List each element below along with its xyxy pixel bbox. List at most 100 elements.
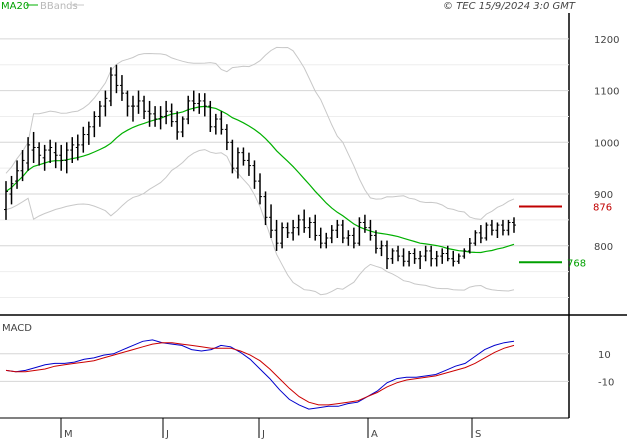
- price-bar: [291, 219, 296, 241]
- price-bar: [103, 90, 108, 117]
- price-bar: [142, 95, 147, 120]
- price-bar: [37, 142, 42, 166]
- x-tick-label: S: [475, 429, 481, 440]
- price-bar: [423, 245, 428, 262]
- price-bar: [429, 245, 434, 267]
- price-bar: [462, 248, 467, 259]
- x-tick-label: M: [64, 429, 73, 440]
- price-bar: [500, 219, 505, 236]
- price-bar: [147, 100, 152, 127]
- price-bar: [379, 240, 384, 257]
- price-bars: [4, 64, 516, 270]
- price-bar: [440, 248, 445, 264]
- macd-lines: [5, 339, 515, 410]
- price-bar: [213, 113, 218, 135]
- price-bar: [136, 90, 141, 114]
- price-bar: [131, 95, 135, 122]
- price-bar: [318, 227, 323, 249]
- price-gridlines: [0, 38, 569, 298]
- price-bar: [401, 248, 406, 267]
- price-bar: [495, 222, 500, 238]
- price-bar: [373, 230, 378, 254]
- price-bar: [48, 139, 53, 163]
- macd-title: MACD: [2, 323, 32, 334]
- price-bar: [246, 152, 251, 176]
- resistance-label: 876: [593, 202, 612, 213]
- price-y-tick-label: 1200: [594, 35, 619, 46]
- price-bar: [329, 225, 334, 244]
- x-axis-strip: [0, 419, 569, 440]
- macd-y-tick-label: -10: [598, 377, 614, 388]
- bbands-legend-label: BBands: [40, 1, 78, 12]
- price-bar: [9, 175, 14, 205]
- price-levels: 876 768: [519, 202, 612, 269]
- price-bar: [489, 219, 494, 236]
- macd-gridlines: [0, 353, 569, 382]
- price-bar: [97, 100, 102, 127]
- price-bar: [114, 64, 119, 94]
- price-bar: [175, 111, 180, 140]
- x-tick-label: A: [371, 429, 378, 440]
- price-bar: [385, 240, 389, 270]
- price-y-tick-label: 1000: [594, 138, 619, 149]
- macd-y-axis: 10 -10: [598, 350, 614, 389]
- x-tick-label: J: [165, 429, 169, 440]
- price-bar: [119, 75, 124, 101]
- price-bar: [285, 222, 290, 238]
- price-bar: [302, 209, 307, 233]
- price-bar: [59, 144, 64, 171]
- price-bar: [20, 150, 25, 182]
- price-bar: [252, 160, 257, 189]
- bollinger-bands: [5, 46, 515, 296]
- macd-line: [5, 339, 515, 410]
- price-bar: [313, 214, 318, 241]
- price-bar: [125, 90, 130, 117]
- price-bar: [53, 142, 58, 169]
- price-bar: [335, 219, 340, 238]
- price-bar: [42, 144, 47, 171]
- support-label: 768: [567, 258, 586, 269]
- x-tick-label: J: [261, 429, 265, 440]
- price-bar: [357, 217, 362, 246]
- price-bar: [351, 227, 356, 249]
- price-bar: [241, 147, 246, 166]
- copyright-text: © TEC 15/9/2024 3:0 GMT: [443, 1, 576, 12]
- price-y-tick-label: 900: [594, 190, 613, 201]
- price-bar: [451, 250, 456, 267]
- price-bar: [307, 217, 312, 238]
- price-bar: [202, 93, 207, 117]
- price-bar: [235, 147, 240, 179]
- price-y-tick-label: 1100: [594, 87, 619, 98]
- price-bar: [224, 124, 229, 151]
- price-bar: [75, 134, 80, 161]
- macd-y-tick-label: 10: [598, 350, 611, 361]
- price-bar: [473, 230, 478, 246]
- price-bar: [258, 173, 262, 205]
- price-bar: [197, 93, 202, 114]
- price-y-tick-label: 800: [594, 242, 613, 253]
- price-bar: [456, 253, 461, 264]
- price-bar: [346, 230, 351, 246]
- price-bar: [15, 160, 20, 189]
- price-bar: [164, 100, 169, 125]
- chart-canvas: MA20 BBands © TEC 15/9/2024 3:0 GMT 1200…: [0, 0, 627, 440]
- price-bar: [340, 219, 345, 244]
- price-y-axis: 1200 1100 1000 900 800: [594, 35, 619, 253]
- chart-svg: MA20 BBands © TEC 15/9/2024 3:0 GMT 1200…: [0, 1, 627, 440]
- price-bar: [407, 250, 412, 267]
- price-bar: [506, 219, 511, 236]
- price-bar: [484, 222, 489, 241]
- price-bar: [390, 248, 395, 264]
- price-bar: [92, 111, 97, 138]
- price-bar: [280, 222, 285, 249]
- price-bar: [478, 225, 483, 244]
- price-bar: [180, 116, 185, 138]
- price-bar: [296, 214, 301, 236]
- price-bar: [396, 245, 401, 262]
- price-bar: [81, 126, 86, 153]
- ma-legend-label: MA20: [1, 1, 29, 12]
- price-bar: [274, 219, 279, 251]
- price-bar: [418, 250, 423, 270]
- price-bar: [412, 248, 417, 264]
- price-bar: [64, 142, 69, 174]
